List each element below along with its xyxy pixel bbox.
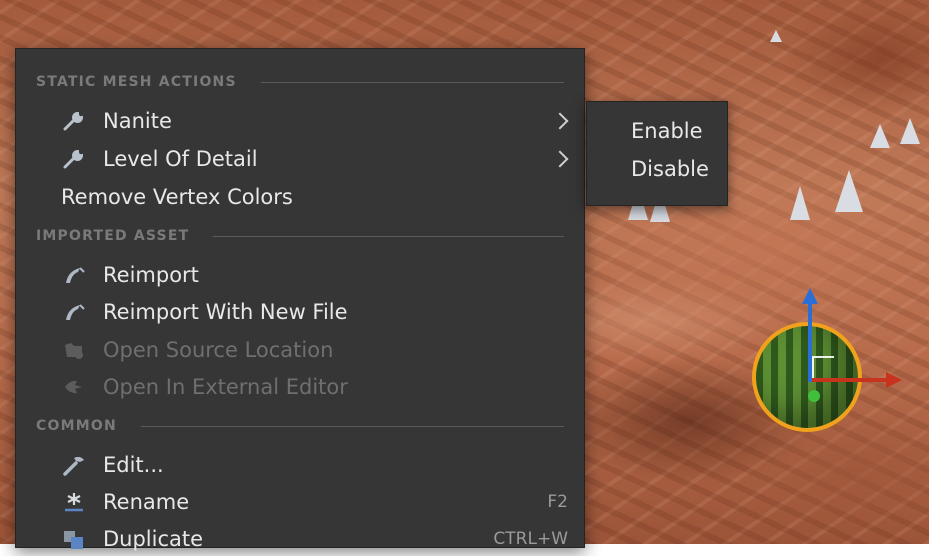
section-static-mesh-actions: STATIC MESH ACTIONS xyxy=(36,72,564,92)
menu-item-open-source-location[interactable]: Open Source Location xyxy=(16,333,584,367)
menu-item-nanite[interactable]: Nanite xyxy=(16,104,584,138)
menu-item-label: Nanite xyxy=(103,109,172,133)
menu-item-rename[interactable]: Rename F2 xyxy=(16,485,584,519)
section-imported-asset: IMPORTED ASSET xyxy=(36,226,564,246)
external-editor-icon xyxy=(61,374,87,400)
section-divider xyxy=(213,235,564,237)
menu-item-label: Open In External Editor xyxy=(103,375,348,399)
wrench-icon xyxy=(61,146,87,172)
gizmo-x-arrow-icon[interactable] xyxy=(886,372,902,388)
menu-item-duplicate[interactable]: Duplicate CTRL+W xyxy=(16,522,584,556)
duplicate-icon xyxy=(61,526,87,552)
menu-item-reimport[interactable]: Reimport xyxy=(16,258,584,292)
rock-spike xyxy=(770,30,782,42)
menu-item-label: Remove Vertex Colors xyxy=(61,185,293,209)
menu-item-label: Edit... xyxy=(103,453,164,477)
menu-item-edit[interactable]: Edit... xyxy=(16,448,584,482)
section-divider xyxy=(140,425,564,427)
gizmo-y-axis[interactable] xyxy=(808,390,820,402)
selected-watermelon-mesh[interactable] xyxy=(752,322,862,432)
section-label: COMMON xyxy=(36,418,117,434)
folder-icon xyxy=(61,337,87,363)
section-divider xyxy=(260,81,564,83)
rock-spike xyxy=(900,118,920,144)
wrench-icon xyxy=(61,108,87,134)
menu-item-label: Reimport With New File xyxy=(103,300,348,324)
menu-item-remove-vertex-colors[interactable]: Remove Vertex Colors xyxy=(16,180,584,214)
asset-context-menu: STATIC MESH ACTIONS Nanite Level Of Deta… xyxy=(15,48,585,551)
section-label: STATIC MESH ACTIONS xyxy=(36,74,237,90)
menu-item-label: Level Of Detail xyxy=(103,147,258,171)
edit-icon xyxy=(61,452,87,478)
reimport-icon xyxy=(61,299,87,325)
shortcut-label: F2 xyxy=(547,492,568,512)
reimport-icon xyxy=(61,262,87,288)
nanite-submenu: Enable Disable xyxy=(586,101,728,206)
rock-spike xyxy=(790,186,810,220)
gizmo-plane-handle[interactable] xyxy=(812,356,834,378)
shortcut-label: CTRL+W xyxy=(493,529,568,549)
menu-item-reimport-with-new-file[interactable]: Reimport With New File xyxy=(16,295,584,329)
menu-item-level-of-detail[interactable]: Level Of Detail xyxy=(16,142,584,176)
chevron-right-icon xyxy=(551,112,569,130)
menu-item-label: Rename xyxy=(103,490,190,514)
submenu-item-enable[interactable]: Enable xyxy=(631,119,703,143)
chevron-right-icon xyxy=(551,150,569,168)
rock-spike xyxy=(870,124,890,148)
menu-item-label: Reimport xyxy=(103,263,199,287)
submenu-item-disable[interactable]: Disable xyxy=(631,157,709,181)
menu-item-label: Duplicate xyxy=(103,527,204,551)
rename-icon xyxy=(61,489,87,515)
rock-spike xyxy=(835,170,863,212)
menu-item-label: Open Source Location xyxy=(103,338,334,362)
section-common: COMMON xyxy=(36,416,564,436)
menu-item-open-in-external-editor[interactable]: Open In External Editor xyxy=(16,370,584,404)
gizmo-x-axis[interactable] xyxy=(812,378,890,382)
gizmo-z-arrow-icon[interactable] xyxy=(802,288,818,304)
section-label: IMPORTED ASSET xyxy=(36,228,190,244)
